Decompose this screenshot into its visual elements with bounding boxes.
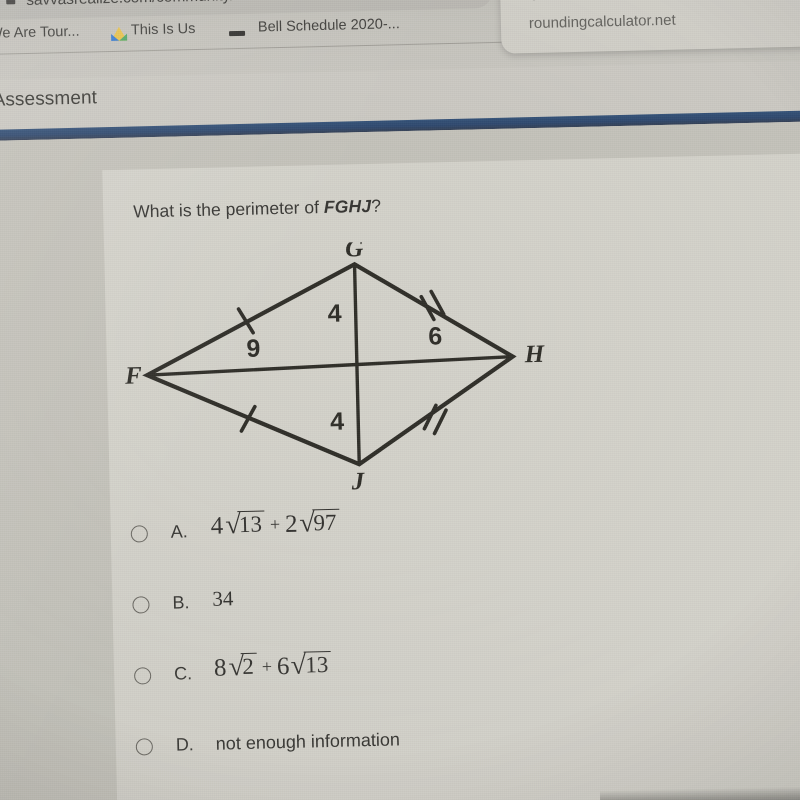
option-text-a: 4√13 + 2√97 <box>210 507 340 541</box>
google-drive-icon <box>110 26 128 41</box>
bookmark-we-are-tour[interactable]: We Are Tour... <box>0 24 80 42</box>
radicand-a2: 97 <box>312 508 340 537</box>
coefficient-a1: 4 <box>210 512 224 540</box>
tick-jh-2 <box>432 408 448 436</box>
math-term-c2: 6√13 <box>276 650 332 681</box>
bookmark-bell-schedule[interactable]: Bell Schedule 2020-... <box>258 16 400 35</box>
vertex-label-h: H <box>523 341 546 369</box>
browser-screen: savvasrealize.com/community/classes/5f2a… <box>0 0 800 800</box>
diagonal-gj <box>352 262 361 466</box>
coefficient-c2: 6 <box>276 652 290 681</box>
option-letter-c: C. <box>173 663 193 684</box>
option-text-b: 34 <box>212 586 234 611</box>
dash-icon <box>229 30 246 37</box>
photo-of-screen: savvasrealize.com/community/classes/5f2a… <box>0 0 800 800</box>
suggestion-url: roundingcalculator.net <box>528 11 676 33</box>
vertex-label-g: G <box>345 238 364 263</box>
coefficient-a2: 2 <box>284 510 298 538</box>
question-prompt-prefix: What is the perimeter of <box>132 197 325 222</box>
segment-label-6: 6 <box>428 322 443 350</box>
option-text-d: not enough information <box>215 729 401 754</box>
radical-c2: √13 <box>289 650 332 680</box>
radicand-c1: 2 <box>240 652 258 681</box>
radical-c1: √2 <box>226 651 258 682</box>
bookmark-this-is-us[interactable]: This Is Us <box>131 21 196 39</box>
radio-option-b[interactable] <box>132 596 150 614</box>
diagonal-fh <box>145 354 515 377</box>
segment-label-4-lower: 4 <box>330 408 345 436</box>
option-letter-d: D. <box>175 734 195 755</box>
option-letter-a: A. <box>170 521 189 542</box>
radicand-c2: 13 <box>303 650 332 679</box>
question-prompt-figure: FGHJ <box>323 195 372 217</box>
segment-label-4-upper: 4 <box>327 300 342 328</box>
question-prompt-suffix: ? <box>371 195 382 216</box>
kite-svg: F G H J 9 6 4 4 <box>124 238 546 496</box>
question-card: What is the perimeter of FGHJ? F G H J 9… <box>102 152 800 800</box>
math-term-a2: 2√97 <box>284 507 340 539</box>
radical-a2: √97 <box>297 507 340 538</box>
search-suggestion-popup[interactable]: Rounding to the Nearest Hundred Calculat… <box>498 0 800 54</box>
page-body: What is the perimeter of FGHJ? F G H J 9… <box>0 120 800 800</box>
address-bar-url: savvasrealize.com/community/classes/5f2a… <box>26 0 496 10</box>
radio-option-d[interactable] <box>135 738 154 756</box>
vertex-label-f: F <box>124 362 143 389</box>
lock-icon <box>6 0 16 5</box>
page-title: Assessment <box>0 87 98 111</box>
segment-label-9: 9 <box>246 335 261 363</box>
radio-option-a[interactable] <box>130 525 149 543</box>
suggestion-title-line2: Calculator <box>528 0 607 5</box>
option-letter-b: B. <box>172 592 190 613</box>
kite-fghj-diagram: F G H J 9 6 4 4 <box>114 238 560 498</box>
radio-option-c[interactable] <box>133 667 152 685</box>
radical-a1: √13 <box>223 509 266 539</box>
option-text-c: 8√2 + 6√13 <box>213 650 332 683</box>
question-prompt: What is the perimeter of FGHJ? <box>133 196 381 223</box>
math-operator-a: + <box>269 514 281 535</box>
coefficient-c1: 8 <box>213 654 227 682</box>
math-term-c1: 8√2 <box>213 651 258 683</box>
vertex-label-j: J <box>350 468 366 495</box>
math-term-a1: 4√13 <box>210 509 266 540</box>
radicand-a1: 13 <box>237 510 266 539</box>
math-operator-c: + <box>261 656 273 677</box>
answer-options: A. 4√13 + 2√97 B. 34 C. 8√2 + 6√13 D. no… <box>110 493 800 794</box>
